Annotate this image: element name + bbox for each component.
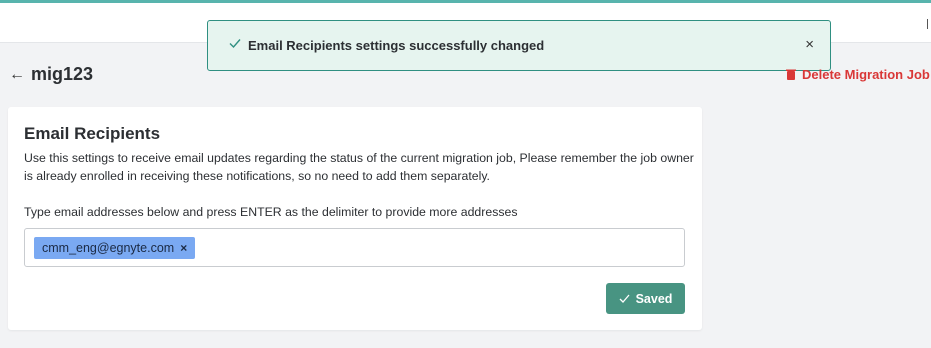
success-toast: Email Recipients settings successfully c…: [207, 20, 831, 71]
saved-button[interactable]: Saved: [606, 283, 685, 314]
check-icon: [619, 294, 630, 303]
card-description: Use this settings to receive email updat…: [24, 151, 694, 183]
card-title: Email Recipients: [24, 124, 161, 143]
trash-icon: [786, 69, 796, 80]
page-title: mig123: [31, 64, 94, 84]
saved-button-label: Saved: [635, 291, 673, 306]
check-icon: [229, 39, 241, 49]
email-recipients-input[interactable]: cmm_eng@egnyte.com ×: [24, 228, 685, 267]
email-recipients-card: Email Recipients Use this settings to re…: [8, 107, 702, 330]
toast-message: Email Recipients settings successfully c…: [248, 38, 545, 53]
email-chip-label: cmm_eng@egnyte.com: [42, 241, 175, 255]
delete-migration-job-button[interactable]: Delete Migration Job: [786, 67, 930, 82]
back-arrow-icon[interactable]: ←: [9, 66, 25, 84]
email-input-instruction: Type email addresses below and press ENT…: [24, 205, 518, 219]
remove-email-icon[interactable]: ×: [180, 241, 187, 255]
delete-migration-job-label: Delete Migration Job: [802, 67, 930, 82]
toast-close-icon[interactable]: ×: [805, 37, 814, 53]
header-divider: [927, 19, 928, 29]
email-chip: cmm_eng@egnyte.com ×: [34, 237, 196, 259]
